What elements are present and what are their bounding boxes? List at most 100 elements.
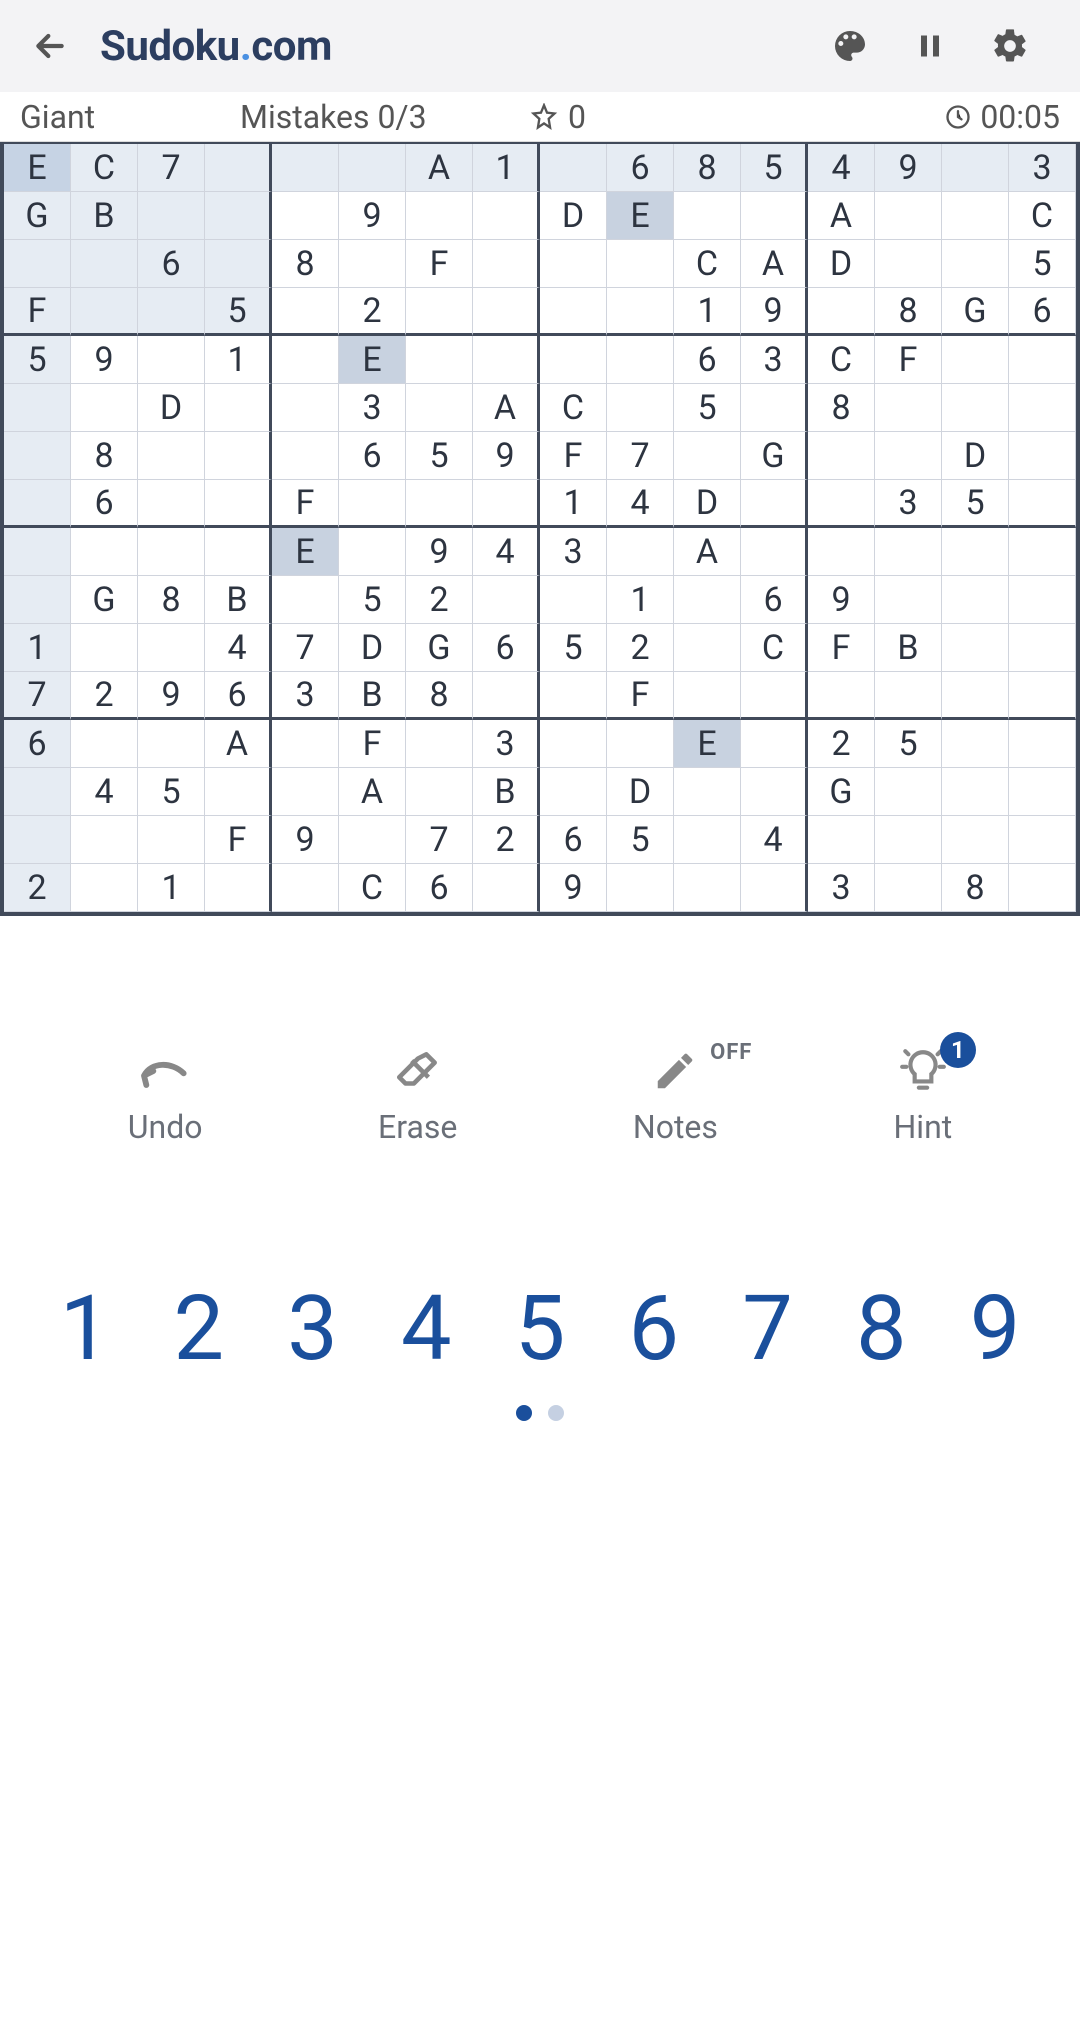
cell[interactable]: 3 [540, 528, 607, 576]
cell[interactable] [1009, 336, 1076, 384]
cell[interactable]: F [205, 816, 272, 864]
cell[interactable]: 3 [272, 672, 339, 720]
cell[interactable]: F [540, 432, 607, 480]
cell[interactable]: F [272, 480, 339, 528]
cell[interactable] [540, 720, 607, 768]
cell[interactable] [4, 432, 71, 480]
cell[interactable]: 1 [540, 480, 607, 528]
cell[interactable]: 5 [875, 720, 942, 768]
cell[interactable]: 5 [406, 432, 473, 480]
cell[interactable]: 5 [4, 336, 71, 384]
cell[interactable] [71, 720, 138, 768]
cell[interactable]: 8 [71, 432, 138, 480]
cell[interactable] [205, 480, 272, 528]
cell[interactable] [4, 816, 71, 864]
cell[interactable]: B [473, 768, 540, 816]
cell[interactable] [272, 432, 339, 480]
cell[interactable] [406, 720, 473, 768]
cell[interactable] [540, 288, 607, 336]
cell[interactable] [875, 768, 942, 816]
cell[interactable]: 2 [473, 816, 540, 864]
cell[interactable]: C [71, 144, 138, 192]
cell[interactable]: 4 [741, 816, 808, 864]
cell[interactable] [1009, 768, 1076, 816]
cell[interactable]: F [339, 720, 406, 768]
cell[interactable] [272, 288, 339, 336]
cell[interactable]: C [339, 864, 406, 912]
cell[interactable] [607, 384, 674, 432]
theme-button[interactable] [810, 26, 890, 66]
cell[interactable] [138, 624, 205, 672]
cell[interactable] [473, 240, 540, 288]
numpad-5[interactable]: 5 [485, 1276, 595, 1381]
cell[interactable]: 6 [674, 336, 741, 384]
cell[interactable] [1009, 528, 1076, 576]
cell[interactable] [473, 480, 540, 528]
cell[interactable] [942, 720, 1009, 768]
cell[interactable]: 2 [607, 624, 674, 672]
cell[interactable] [473, 192, 540, 240]
numpad-8[interactable]: 8 [826, 1276, 936, 1381]
cell[interactable]: 5 [942, 480, 1009, 528]
cell[interactable] [942, 336, 1009, 384]
cell[interactable] [607, 720, 674, 768]
cell[interactable]: A [205, 720, 272, 768]
cell[interactable]: 8 [406, 672, 473, 720]
cell[interactable] [674, 672, 741, 720]
cell[interactable]: 5 [1009, 240, 1076, 288]
cell[interactable]: G [71, 576, 138, 624]
cell[interactable] [875, 192, 942, 240]
cell[interactable] [1009, 384, 1076, 432]
cell[interactable] [406, 336, 473, 384]
numpad-3[interactable]: 3 [258, 1276, 368, 1381]
cell[interactable]: 6 [205, 672, 272, 720]
cell[interactable]: G [942, 288, 1009, 336]
cell[interactable]: G [741, 432, 808, 480]
cell[interactable]: 4 [607, 480, 674, 528]
pause-button[interactable] [890, 28, 970, 64]
cell[interactable] [406, 288, 473, 336]
cell[interactable]: G [4, 192, 71, 240]
cell[interactable] [406, 192, 473, 240]
cell[interactable] [607, 288, 674, 336]
cell[interactable] [540, 336, 607, 384]
cell[interactable]: 5 [741, 144, 808, 192]
cell[interactable]: C [808, 336, 875, 384]
cell[interactable]: 8 [272, 240, 339, 288]
cell[interactable]: 4 [808, 144, 875, 192]
cell[interactable] [1009, 480, 1076, 528]
cell[interactable] [4, 576, 71, 624]
cell[interactable]: 7 [4, 672, 71, 720]
cell[interactable] [808, 528, 875, 576]
cell[interactable] [741, 720, 808, 768]
cell[interactable] [741, 528, 808, 576]
cell[interactable] [875, 576, 942, 624]
cell[interactable] [942, 624, 1009, 672]
cell[interactable]: 3 [473, 720, 540, 768]
cell[interactable]: 6 [138, 240, 205, 288]
cell[interactable] [674, 816, 741, 864]
cell[interactable] [205, 240, 272, 288]
cell[interactable] [942, 384, 1009, 432]
cell[interactable]: E [674, 720, 741, 768]
cell[interactable]: 9 [540, 864, 607, 912]
cell[interactable] [1009, 624, 1076, 672]
cell[interactable] [339, 144, 406, 192]
cell[interactable] [674, 864, 741, 912]
cell[interactable] [942, 240, 1009, 288]
cell[interactable]: F [808, 624, 875, 672]
cell[interactable]: 9 [71, 336, 138, 384]
cell[interactable] [674, 624, 741, 672]
cell[interactable] [339, 528, 406, 576]
cell[interactable]: 2 [71, 672, 138, 720]
cell[interactable]: 3 [808, 864, 875, 912]
cell[interactable]: 6 [1009, 288, 1076, 336]
undo-button[interactable]: Undo [128, 1046, 203, 1146]
cell[interactable]: D [339, 624, 406, 672]
cell[interactable]: 2 [339, 288, 406, 336]
cell[interactable] [4, 480, 71, 528]
cell[interactable]: 2 [808, 720, 875, 768]
cell[interactable]: D [808, 240, 875, 288]
cell[interactable]: E [4, 144, 71, 192]
cell[interactable]: 4 [473, 528, 540, 576]
